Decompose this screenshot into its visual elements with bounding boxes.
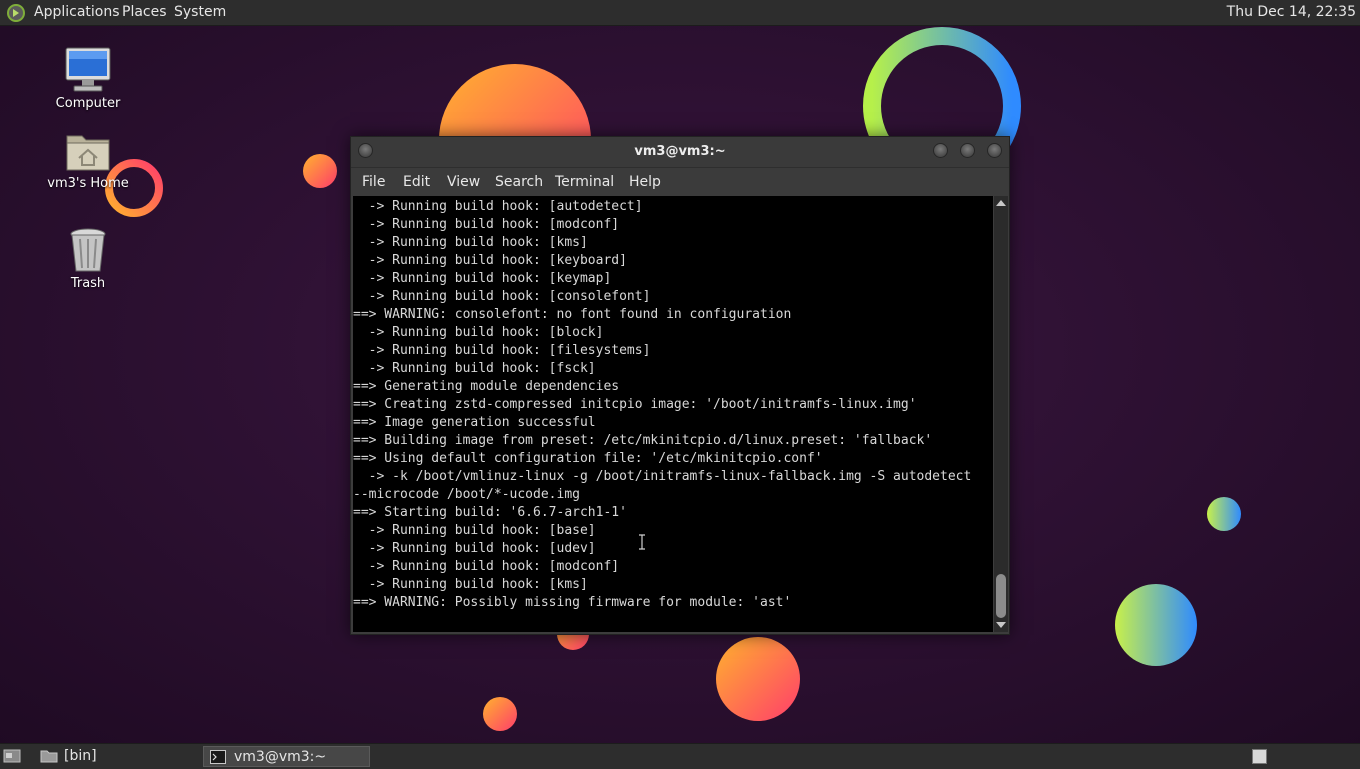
- terminal-line: --microcode /boot/*-ucode.img: [353, 487, 580, 502]
- menu-file[interactable]: File: [362, 174, 385, 190]
- menu-help[interactable]: Help: [629, 174, 661, 190]
- desktop-icon-home[interactable]: vm3's Home: [33, 128, 143, 191]
- terminal-line: -> Running build hook: [base]: [353, 523, 596, 538]
- system-menu[interactable]: System: [174, 4, 226, 20]
- terminal-line: ==> Starting build: '6.6.7-arch1-1': [353, 505, 627, 520]
- menu-edit[interactable]: Edit: [403, 174, 430, 190]
- terminal-line: ==> Generating module dependencies: [353, 379, 620, 394]
- menu-search[interactable]: Search: [495, 174, 543, 190]
- terminal-menubar: File Edit View Search Terminal Help: [351, 168, 1009, 196]
- terminal-output[interactable]: -> Running build hook: [autodetect] -> R…: [353, 196, 993, 632]
- menu-view[interactable]: View: [447, 174, 480, 190]
- terminal-line: -> Running build hook: [filesystems]: [353, 343, 651, 358]
- taskbar-item-bin[interactable]: [bin]: [34, 746, 200, 767]
- text-cursor-icon: [639, 534, 645, 550]
- terminal-icon: [210, 750, 226, 764]
- desktop-icon-label: Computer: [55, 96, 121, 111]
- taskbar-item-label: vm3@vm3:~: [234, 749, 327, 765]
- home-folder-icon: [66, 135, 110, 171]
- terminal-line: -> Running build hook: [udev]: [353, 541, 596, 556]
- terminal-line: -> Running build hook: [keymap]: [353, 271, 612, 286]
- applications-menu[interactable]: Applications: [34, 4, 120, 20]
- window-titlebar[interactable]: vm3@vm3:~: [351, 137, 1009, 168]
- clock[interactable]: Thu Dec 14, 22:35: [1227, 4, 1356, 20]
- scroll-down-icon[interactable]: [996, 622, 1006, 628]
- maximize-button[interactable]: [960, 143, 975, 158]
- terminal-line: -> Running build hook: [modconf]: [353, 217, 620, 232]
- terminal-line: -> Running build hook: [fsck]: [353, 361, 596, 376]
- trash-icon: [70, 228, 106, 272]
- scrollbar-thumb[interactable]: [996, 574, 1006, 618]
- top-panel: Applications Places System Thu Dec 14, 2…: [0, 0, 1360, 26]
- terminal-line: -> Running build hook: [modconf]: [353, 559, 620, 574]
- terminal-window[interactable]: vm3@vm3:~ File Edit View Search Terminal…: [350, 136, 1010, 635]
- taskbar-item-terminal[interactable]: vm3@vm3:~: [203, 746, 370, 767]
- terminal-line: ==> Using default configuration file: '/…: [353, 451, 823, 466]
- folder-icon: [40, 750, 58, 763]
- terminal-line: ==> WARNING: Possibly missing firmware f…: [353, 595, 792, 610]
- taskbar-item-label: [bin]: [64, 748, 97, 764]
- places-menu[interactable]: Places: [122, 4, 167, 20]
- terminal-line: -> Running build hook: [keyboard]: [353, 253, 627, 268]
- show-desktop-icon[interactable]: [3, 748, 21, 764]
- terminal-scrollbar[interactable]: [994, 196, 1008, 632]
- minimize-button[interactable]: [933, 143, 948, 158]
- desktop-icon-computer[interactable]: Computer: [33, 46, 143, 111]
- terminal-line: -> Running build hook: [consolefont]: [353, 289, 651, 304]
- desktop-icon-label: Trash: [70, 276, 106, 291]
- terminal-line: -> Running build hook: [kms]: [353, 577, 588, 592]
- terminal-line: -> Running build hook: [kms]: [353, 235, 588, 250]
- window-title: vm3@vm3:~: [634, 144, 726, 159]
- terminal-line: ==> Image generation successful: [353, 415, 596, 430]
- terminal-line: -> Running build hook: [block]: [353, 325, 604, 340]
- workspace-switcher[interactable]: [1252, 749, 1267, 764]
- scroll-up-icon[interactable]: [996, 200, 1006, 206]
- terminal-line: -> Running build hook: [autodetect]: [353, 199, 643, 214]
- terminal-line: ==> Building image from preset: /etc/mki…: [353, 433, 933, 448]
- bottom-taskbar: [bin] vm3@vm3:~: [0, 743, 1360, 769]
- menu-terminal[interactable]: Terminal: [555, 174, 614, 190]
- terminal-line: -> -k /boot/vmlinuz-linux -g /boot/initr…: [353, 469, 972, 484]
- distro-logo-icon[interactable]: [6, 3, 26, 23]
- computer-icon: [65, 47, 111, 92]
- terminal-line: ==> WARNING: consolefont: no font found …: [353, 307, 792, 322]
- desktop-icon-label: vm3's Home: [47, 176, 129, 191]
- terminal-line: ==> Creating zstd-compressed initcpio im…: [353, 397, 917, 412]
- desktop-icon-trash[interactable]: Trash: [33, 226, 143, 291]
- close-button[interactable]: [987, 143, 1002, 158]
